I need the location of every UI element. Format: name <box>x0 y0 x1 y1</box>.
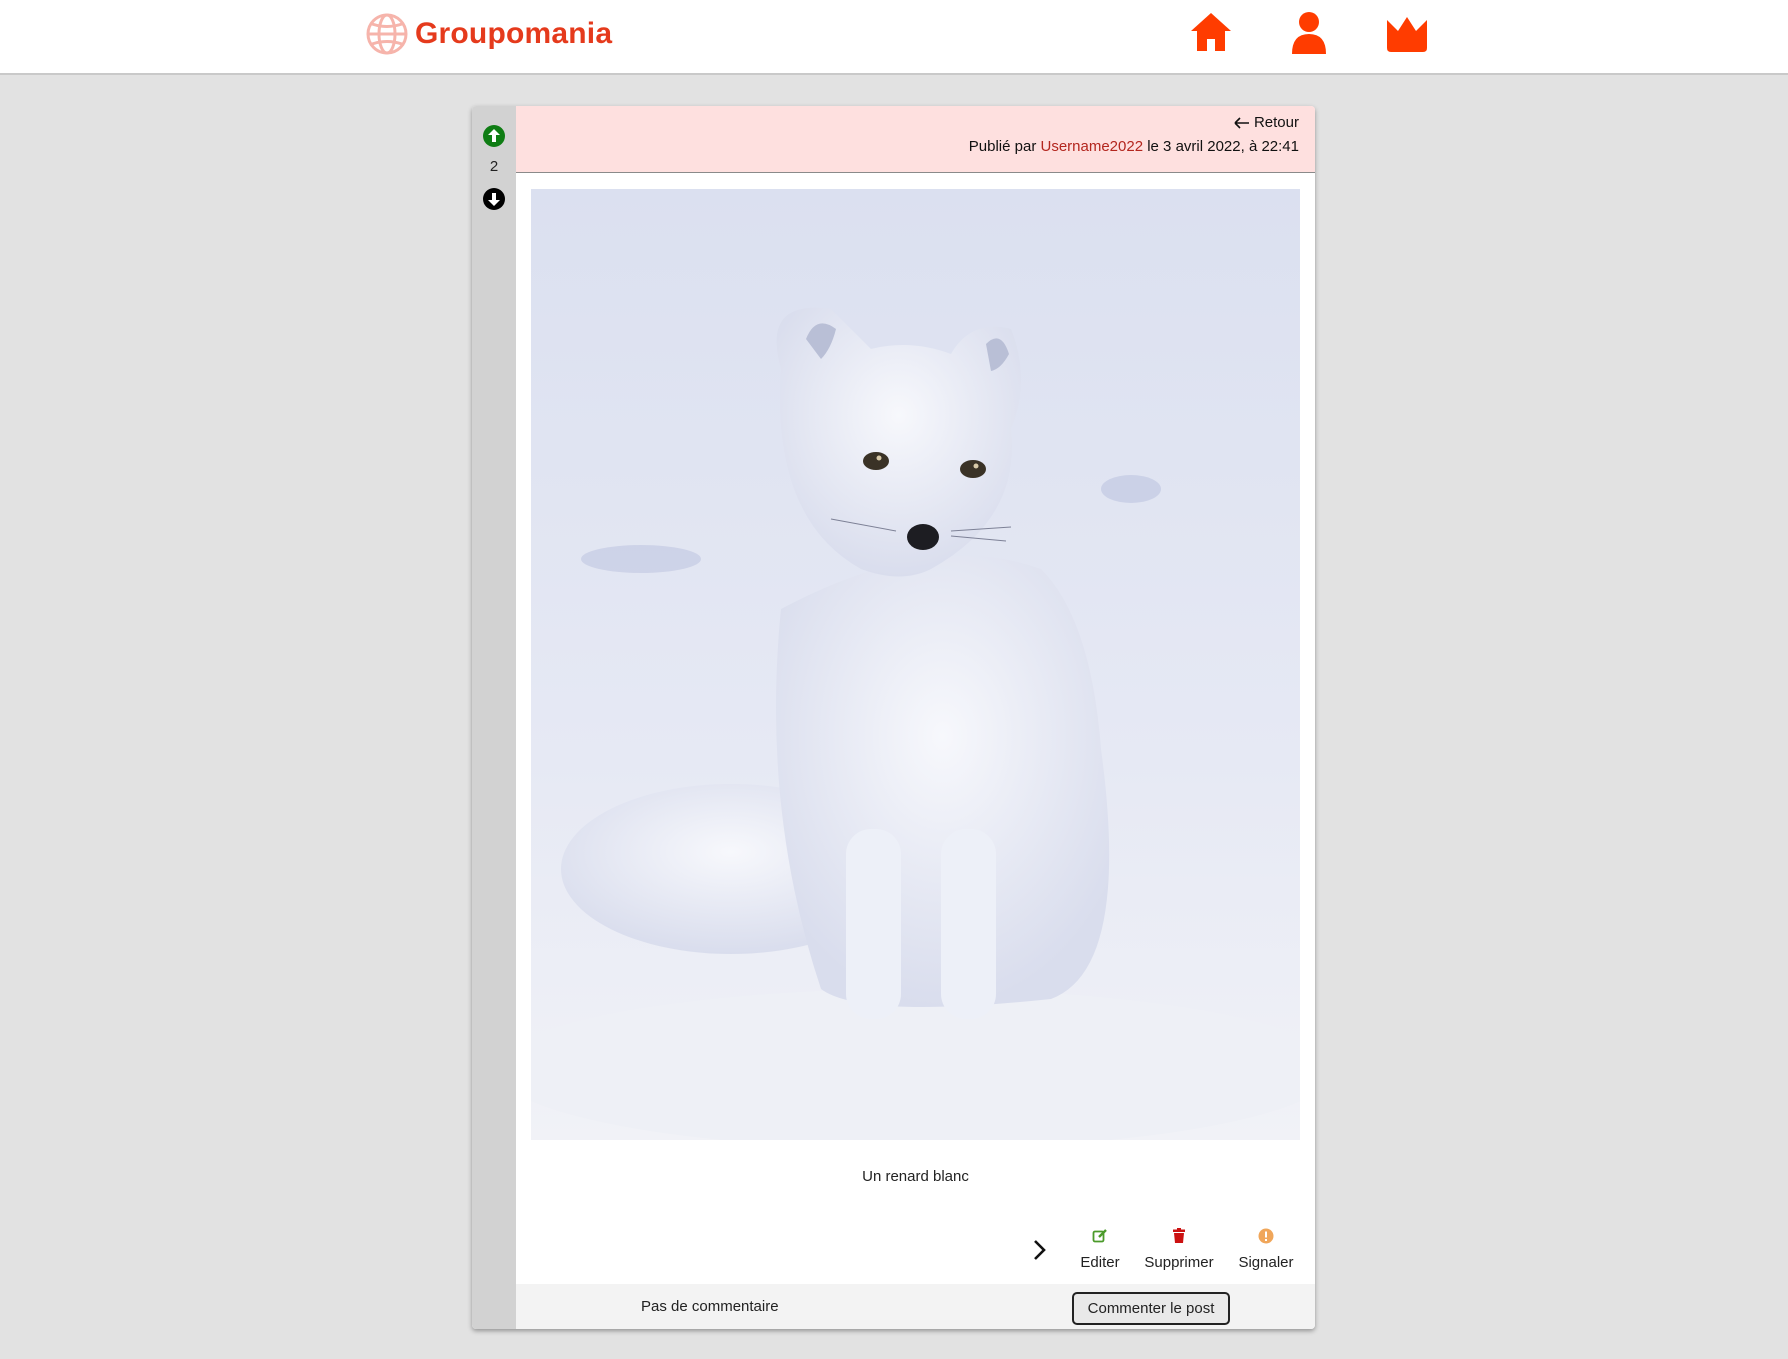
author-link[interactable]: Username2022 <box>1040 138 1143 155</box>
arrow-left-icon <box>1234 116 1249 129</box>
report-label: Signaler <box>1238 1254 1294 1271</box>
upvote-icon[interactable] <box>482 124 506 148</box>
home-icon[interactable] <box>1189 10 1233 54</box>
back-label: Retour <box>1253 114 1299 131</box>
brand-name: Groupomania <box>415 17 613 50</box>
warning-icon <box>1258 1228 1274 1244</box>
crown-icon[interactable] <box>1385 14 1429 54</box>
edit-label: Editer <box>1080 1254 1120 1271</box>
edit-icon <box>1092 1229 1107 1243</box>
post-actions: Editer Supprimer Signaler <box>472 1218 1315 1278</box>
post-image <box>531 189 1300 1140</box>
post-header: Retour Publié par Username2022 le 3 avri… <box>516 106 1315 173</box>
vote-rail: 2 <box>472 106 516 1329</box>
published-prefix: Publié par <box>968 138 1037 155</box>
comments-status: Pas de commentaire <box>641 1298 779 1315</box>
comment-bar: Pas de commentaire Commenter le post <box>516 1284 1315 1329</box>
arctic-fox-photo <box>531 189 1300 1140</box>
edit-button[interactable]: Editer <box>1076 1228 1124 1271</box>
top-navbar: Groupomania <box>0 0 1788 75</box>
downvote-icon[interactable] <box>482 187 506 211</box>
chevron-right-icon[interactable] <box>1032 1238 1048 1262</box>
globe-icon <box>366 13 408 55</box>
trash-icon <box>1173 1228 1185 1243</box>
delete-label: Supprimer <box>1144 1254 1214 1271</box>
report-button[interactable]: Signaler <box>1236 1228 1296 1271</box>
post-caption: Un renard blanc <box>862 1168 969 1185</box>
back-link[interactable]: Retour <box>1234 114 1299 131</box>
vote-score: 2 <box>489 158 499 175</box>
brand-logo[interactable]: Groupomania <box>365 11 612 57</box>
published-date: le 3 avril 2022, à 22:41 <box>1147 138 1299 155</box>
delete-button[interactable]: Supprimer <box>1140 1228 1218 1271</box>
comment-post-button[interactable]: Commenter le post <box>1072 1292 1230 1325</box>
post-meta: Publié par Username2022 le 3 avril 2022,… <box>969 138 1299 155</box>
post-card: 2 Retour Publié par Username2022 le 3 av… <box>472 106 1315 1329</box>
user-icon[interactable] <box>1289 10 1329 54</box>
